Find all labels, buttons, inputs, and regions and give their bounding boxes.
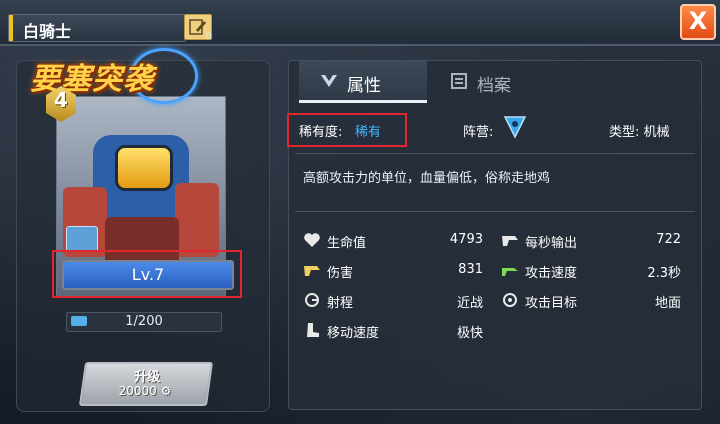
heart-icon (304, 233, 320, 247)
stat-attack-speed: 攻击速度 2.3秒 (501, 261, 685, 281)
experience-bar: 1/200 (66, 312, 222, 332)
stat-value: 831 (458, 262, 483, 277)
divider (295, 153, 695, 154)
level-highlight-box: Lv.7 (52, 250, 242, 298)
stat-value: 2.3秒 (647, 266, 681, 281)
stat-value: 地面 (654, 296, 681, 311)
stat-hp: 生命值 4793 (303, 231, 483, 251)
archive-icon (451, 73, 467, 89)
level-text: Lv.7 (131, 265, 165, 284)
stat-label: 生命值 (327, 236, 367, 251)
stat-label: 攻击目标 (525, 296, 578, 311)
unit-description: 高额攻击力的单位，血量偏低，俗称走地鸡 (303, 171, 551, 186)
close-button[interactable]: X (680, 4, 716, 40)
stat-value: 极快 (456, 326, 483, 341)
stat-label: 移动速度 (327, 326, 380, 341)
stat-label: 攻击速度 (525, 266, 578, 281)
boot-icon (307, 323, 319, 337)
title-accent-bar (9, 15, 13, 41)
level-bar: Lv.7 (62, 260, 234, 290)
tab-attributes[interactable]: 属性 (299, 61, 427, 103)
faction-label: 阵营: (463, 125, 494, 140)
faction-icon (503, 116, 527, 139)
stat-move-speed: 移动速度 极快 (303, 321, 483, 341)
rarity-value: 稀有 (355, 125, 382, 140)
unit-name: 白骑士 (23, 22, 72, 41)
tab-active-underline (299, 100, 427, 103)
stat-value: 722 (656, 232, 681, 247)
range-icon (305, 293, 319, 307)
stat-damage: 伤害 831 (303, 261, 483, 281)
stat-dps: 每秒输出 722 (501, 231, 685, 251)
dps-icon (502, 236, 518, 246)
tab-archive-label: 档案 (477, 76, 511, 96)
title-bar: 白骑士 0 X (0, 0, 720, 46)
title-tab: 白骑士 (8, 14, 186, 42)
tab-archive[interactable]: 档案 (429, 61, 557, 103)
rarity-label: 稀有度: (299, 125, 343, 140)
robot-right-arm (175, 183, 219, 257)
stat-range: 射程 近战 (303, 291, 483, 311)
stat-label: 每秒输出 (525, 236, 578, 251)
divider (295, 211, 695, 212)
stat-target: 攻击目标 地面 (501, 291, 685, 311)
upgrade-label: 升级 (134, 370, 161, 385)
stat-value: 4793 (449, 232, 483, 247)
upgrade-cost: 20000 ⚙ (83, 384, 207, 398)
stat-label: 伤害 (327, 266, 354, 281)
attack-speed-icon (502, 268, 518, 276)
attribute-icon (321, 75, 337, 87)
upgrade-cost-value: 20000 (118, 384, 157, 398)
folder-icon[interactable] (66, 226, 98, 252)
tab-attributes-label: 属性 (347, 76, 381, 96)
unit-type: 类型: 机械 (609, 125, 670, 140)
coin-icon: ⚙ (160, 384, 172, 398)
upgrade-button[interactable]: 升级 20000 ⚙ (78, 362, 214, 406)
info-panel: 属性 档案 稀有度: 稀有 阵营: 类型: 机械 高额攻击力的单位，血量偏低，俗… (287, 60, 702, 410)
stat-value: 近战 (456, 296, 483, 311)
stat-label: 射程 (327, 296, 354, 311)
robot-visor (115, 145, 173, 191)
edit-count: 0 (206, 32, 212, 42)
star-level-number: 4 (54, 88, 68, 112)
game-logo: 要塞突袭 (18, 48, 198, 104)
damage-icon (304, 266, 320, 276)
rarity-highlight-box: 稀有度: 稀有 (287, 113, 407, 147)
experience-text: 1/200 (125, 314, 163, 329)
target-icon (503, 293, 517, 307)
